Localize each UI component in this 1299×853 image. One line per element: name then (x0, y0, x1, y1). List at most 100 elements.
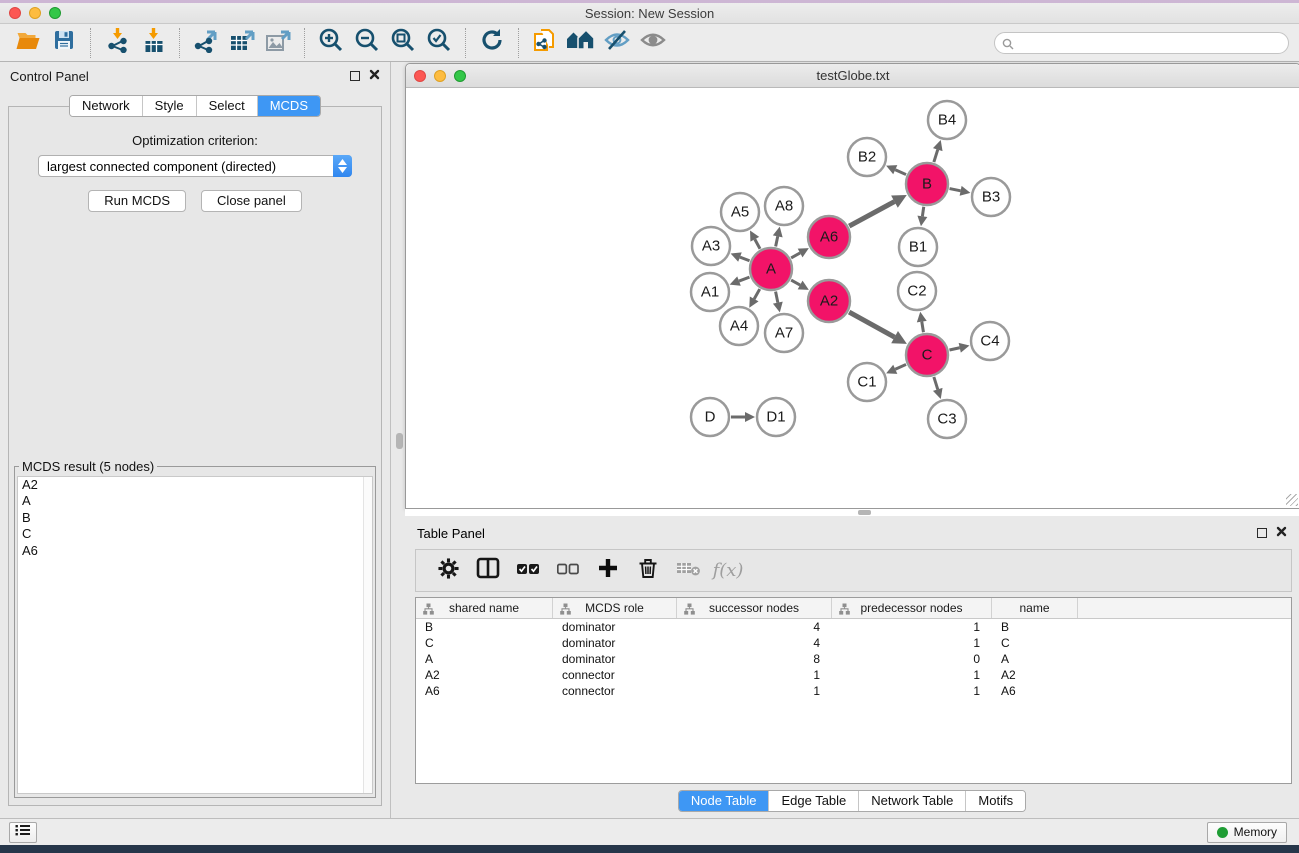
zoom-selected-button[interactable] (421, 27, 457, 59)
export-network-button[interactable] (188, 27, 224, 59)
table-row[interactable]: Adominator80A (416, 651, 1291, 667)
graph-node-C3[interactable]: C3 (928, 400, 966, 438)
delete-column-button[interactable] (630, 553, 666, 589)
list-scrollbar[interactable] (363, 477, 372, 793)
dropdown-stepper-icon[interactable] (333, 155, 352, 177)
graph-edge-B-B1[interactable] (917, 207, 927, 226)
graph-node-A2[interactable]: A2 (808, 280, 850, 322)
hide-selected-button[interactable] (599, 27, 635, 59)
close-panel-button[interactable]: Close panel (201, 190, 302, 212)
table-tab-motifs[interactable]: Motifs (966, 791, 1025, 811)
graph-edge-A-A1[interactable] (730, 276, 750, 285)
mcds-result-item[interactable]: A (18, 493, 372, 509)
graph-node-A4[interactable]: A4 (720, 307, 758, 345)
search-input[interactable] (994, 32, 1289, 54)
import-table-button[interactable] (135, 27, 171, 59)
graph-node-C2[interactable]: C2 (898, 272, 936, 310)
tab-select[interactable]: Select (197, 96, 258, 116)
cell-successor-nodes[interactable]: 4 (677, 620, 832, 634)
show-all-button[interactable] (635, 27, 671, 59)
table-row[interactable]: Cdominator41C (416, 635, 1291, 651)
graph-node-B[interactable]: B (906, 163, 948, 205)
horizontal-scroll-thumb[interactable] (858, 510, 871, 515)
graph-edge-B-B2[interactable] (886, 165, 906, 174)
graph-edge-C-C4[interactable] (949, 343, 969, 353)
cell-MCDS-role[interactable]: dominator (553, 636, 677, 650)
graph-edge-A-A5[interactable] (750, 230, 760, 248)
zoom-fit-button[interactable] (385, 27, 421, 59)
table-row[interactable]: A6connector11A6 (416, 683, 1291, 699)
graph-edge-A-A6[interactable] (791, 248, 809, 258)
cell-MCDS-role[interactable]: dominator (553, 652, 677, 666)
column-header-successor-nodes[interactable]: successor nodes (677, 598, 832, 618)
graph-edge-A-A4[interactable] (749, 289, 759, 308)
table-tab-edge-table[interactable]: Edge Table (769, 791, 859, 811)
graph-node-A[interactable]: A (750, 248, 792, 290)
cell-MCDS-role[interactable]: connector (553, 668, 677, 682)
mcds-result-item[interactable]: B (18, 510, 372, 526)
table-row[interactable]: Bdominator41B (416, 619, 1291, 635)
table-tab-node-table[interactable]: Node Table (679, 791, 770, 811)
table-tab-network-table[interactable]: Network Table (859, 791, 966, 811)
select-all-columns-button[interactable] (510, 553, 546, 589)
graph-node-C4[interactable]: C4 (971, 322, 1009, 360)
graph-node-A6[interactable]: A6 (808, 216, 850, 258)
import-network-button[interactable] (99, 27, 135, 59)
network-canvas[interactable]: AA1A2A3A4A5A6A7A8BB1B2B3B4CC1C2C3C4DD1 (406, 88, 1299, 508)
graph-node-B3[interactable]: B3 (972, 178, 1010, 216)
zoom-in-button[interactable] (313, 27, 349, 59)
task-history-button[interactable] (9, 822, 37, 843)
column-header-predecessor-nodes[interactable]: predecessor nodes (832, 598, 992, 618)
graph-edge-B-B4[interactable] (933, 140, 943, 162)
table-row[interactable]: A2connector11A2 (416, 667, 1291, 683)
graph-node-A3[interactable]: A3 (692, 227, 730, 265)
graph-node-A1[interactable]: A1 (691, 273, 729, 311)
close-panel-icon[interactable] (369, 67, 380, 85)
graph-edge-A-A8[interactable] (773, 227, 783, 247)
run-mcds-button[interactable]: Run MCDS (88, 190, 186, 212)
zoom-out-button[interactable] (349, 27, 385, 59)
network-snapshot-button[interactable] (527, 27, 563, 59)
memory-button[interactable]: Memory (1207, 822, 1287, 843)
mcds-result-list[interactable]: A2ABCA6 (17, 476, 373, 794)
cell-shared-name[interactable]: A6 (416, 684, 553, 698)
cell-predecessor-nodes[interactable]: 1 (832, 684, 992, 698)
tab-network[interactable]: Network (70, 96, 143, 116)
graph-node-B1[interactable]: B1 (899, 228, 937, 266)
graph-edge-C-C2[interactable] (917, 312, 927, 333)
export-table-button[interactable] (224, 27, 260, 59)
cell-name[interactable]: A6 (992, 684, 1078, 698)
graph-node-C[interactable]: C (906, 334, 948, 376)
home-view-button[interactable] (563, 27, 599, 59)
cell-predecessor-nodes[interactable]: 1 (832, 668, 992, 682)
cell-name[interactable]: B (992, 620, 1078, 634)
split-panel-button[interactable] (470, 553, 506, 589)
column-header-name[interactable]: name (992, 598, 1078, 618)
window-resize-grip[interactable] (1286, 494, 1298, 506)
cell-name[interactable]: C (992, 636, 1078, 650)
cell-name[interactable]: A2 (992, 668, 1078, 682)
graph-node-D[interactable]: D (691, 398, 729, 436)
graph-edge-B-B3[interactable] (950, 186, 971, 196)
open-session-button[interactable] (10, 27, 46, 59)
cell-predecessor-nodes[interactable]: 0 (832, 652, 992, 666)
cell-successor-nodes[interactable]: 1 (677, 668, 832, 682)
refresh-button[interactable] (474, 27, 510, 59)
cell-name[interactable]: A (992, 652, 1078, 666)
add-column-button[interactable] (590, 553, 626, 589)
export-image-button[interactable] (260, 27, 296, 59)
cell-successor-nodes[interactable]: 1 (677, 684, 832, 698)
graph-edge-D-D1[interactable] (731, 412, 755, 422)
cell-shared-name[interactable]: A2 (416, 668, 553, 682)
graph-node-A8[interactable]: A8 (765, 187, 803, 225)
graph-node-D1[interactable]: D1 (757, 398, 795, 436)
unselect-all-columns-button[interactable] (550, 553, 586, 589)
cell-shared-name[interactable]: C (416, 636, 553, 650)
optimization-criterion-dropdown[interactable]: largest connected component (directed) (38, 155, 352, 177)
cell-successor-nodes[interactable]: 4 (677, 636, 832, 650)
cell-MCDS-role[interactable]: dominator (553, 620, 677, 634)
graph-node-A5[interactable]: A5 (721, 193, 759, 231)
graph-node-B4[interactable]: B4 (928, 101, 966, 139)
graph-edge-A-A2[interactable] (791, 280, 809, 290)
graph-edge-A2-C[interactable] (849, 312, 907, 344)
